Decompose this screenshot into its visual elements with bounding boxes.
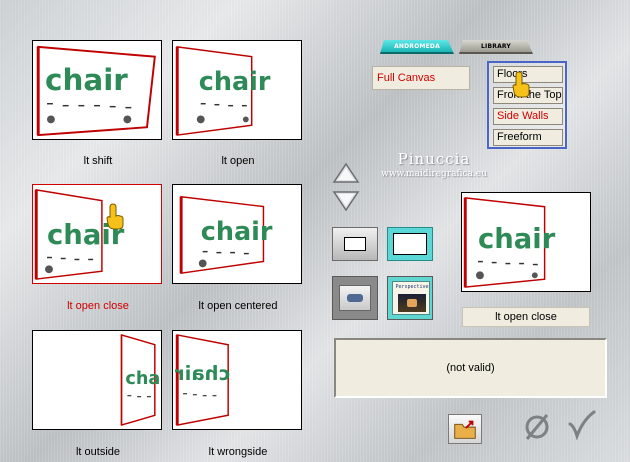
- chair-perspective-image: chair: [34, 189, 125, 280]
- svg-text:chair: chair: [478, 224, 556, 255]
- thumbnail-lt-shift[interactable]: chair: [32, 40, 162, 140]
- chair-perspective-image: chair: [179, 195, 273, 275]
- perspective-caption: Perspective: [395, 284, 429, 290]
- thumbnail-label: lt open centered: [198, 300, 278, 312]
- chair-perspective-image: chair: [175, 334, 231, 426]
- mode-menu: Floors From the Top Side Walls Freeform: [487, 61, 567, 149]
- watermark: Pinuccia www.maidiregrafica.eu: [372, 150, 496, 179]
- scroll-down-button[interactable]: [332, 190, 360, 212]
- triangle-down-icon: [332, 191, 360, 212]
- andromeda-perspective-window: chair lt shift chair lt open chair lt op…: [0, 0, 630, 462]
- cancel-button[interactable]: [522, 412, 552, 442]
- null-symbol-icon: [525, 414, 549, 440]
- svg-text:chair: chair: [201, 217, 273, 247]
- triangle-up-icon: [332, 162, 360, 183]
- perspective-icon: Perspective: [392, 281, 430, 315]
- tab-andromeda[interactable]: ANDROMEDA: [380, 40, 454, 54]
- svg-text:chair: chair: [125, 369, 161, 389]
- chair-perspective-image: chair: [463, 197, 556, 288]
- open-folder-button[interactable]: [448, 414, 482, 444]
- thumbnail-label: lt shift: [83, 155, 113, 167]
- rectangle-icon: [344, 237, 366, 251]
- watermark-name: Pinuccia: [397, 150, 471, 168]
- thumbnail-lt-open-close[interactable]: chair: [32, 184, 162, 284]
- perspective-button[interactable]: Perspective: [387, 276, 433, 320]
- chair-perspective-image: chair: [36, 45, 156, 137]
- menu-item-freeform[interactable]: Freeform: [493, 129, 563, 146]
- thumbnail-label-selected: lt open close: [67, 300, 129, 312]
- checkmark-icon: [568, 410, 596, 440]
- thumbnail-lt-outside[interactable]: chair: [32, 330, 162, 430]
- rectangle-icon: [393, 233, 427, 255]
- preview-label: lt open close: [462, 307, 590, 327]
- full-canvas-selector[interactable]: Full Canvas: [372, 66, 470, 90]
- svg-text:chair: chair: [175, 362, 231, 385]
- status-message: (not valid): [334, 338, 607, 398]
- thumbnail-label: lt wrongside: [208, 446, 268, 458]
- tab-library[interactable]: LIBRARY: [459, 40, 533, 54]
- thumbnail-lt-open[interactable]: chair: [172, 40, 302, 140]
- chair-perspective-image: chair: [120, 333, 161, 427]
- image-icon: [339, 285, 371, 311]
- menu-item-side-walls[interactable]: Side Walls: [493, 108, 563, 125]
- large-frame-button[interactable]: [387, 227, 433, 261]
- thumbnail-label: lt outside: [75, 446, 121, 458]
- small-frame-button[interactable]: [332, 227, 378, 261]
- svg-text:chair: chair: [45, 63, 128, 97]
- watermark-site: www.maidiregrafica.eu: [381, 169, 487, 179]
- render-preview-button[interactable]: [332, 276, 378, 320]
- thumbnail-lt-open-centered[interactable]: chair: [172, 184, 302, 284]
- preview-image: chair: [461, 192, 591, 292]
- scroll-up-button[interactable]: [332, 162, 360, 184]
- svg-text:chair: chair: [47, 220, 125, 251]
- thumbnail-lt-wrongside[interactable]: chair: [172, 330, 302, 430]
- ok-button[interactable]: [566, 410, 596, 440]
- menu-item-floors[interactable]: Floors: [493, 66, 563, 83]
- menu-item-from-the-top[interactable]: From the Top: [493, 87, 563, 104]
- thumbnail-label: lt open: [221, 155, 255, 167]
- svg-text:chair: chair: [199, 67, 271, 97]
- chair-perspective-image: chair: [175, 46, 271, 136]
- folder-icon: [454, 420, 476, 439]
